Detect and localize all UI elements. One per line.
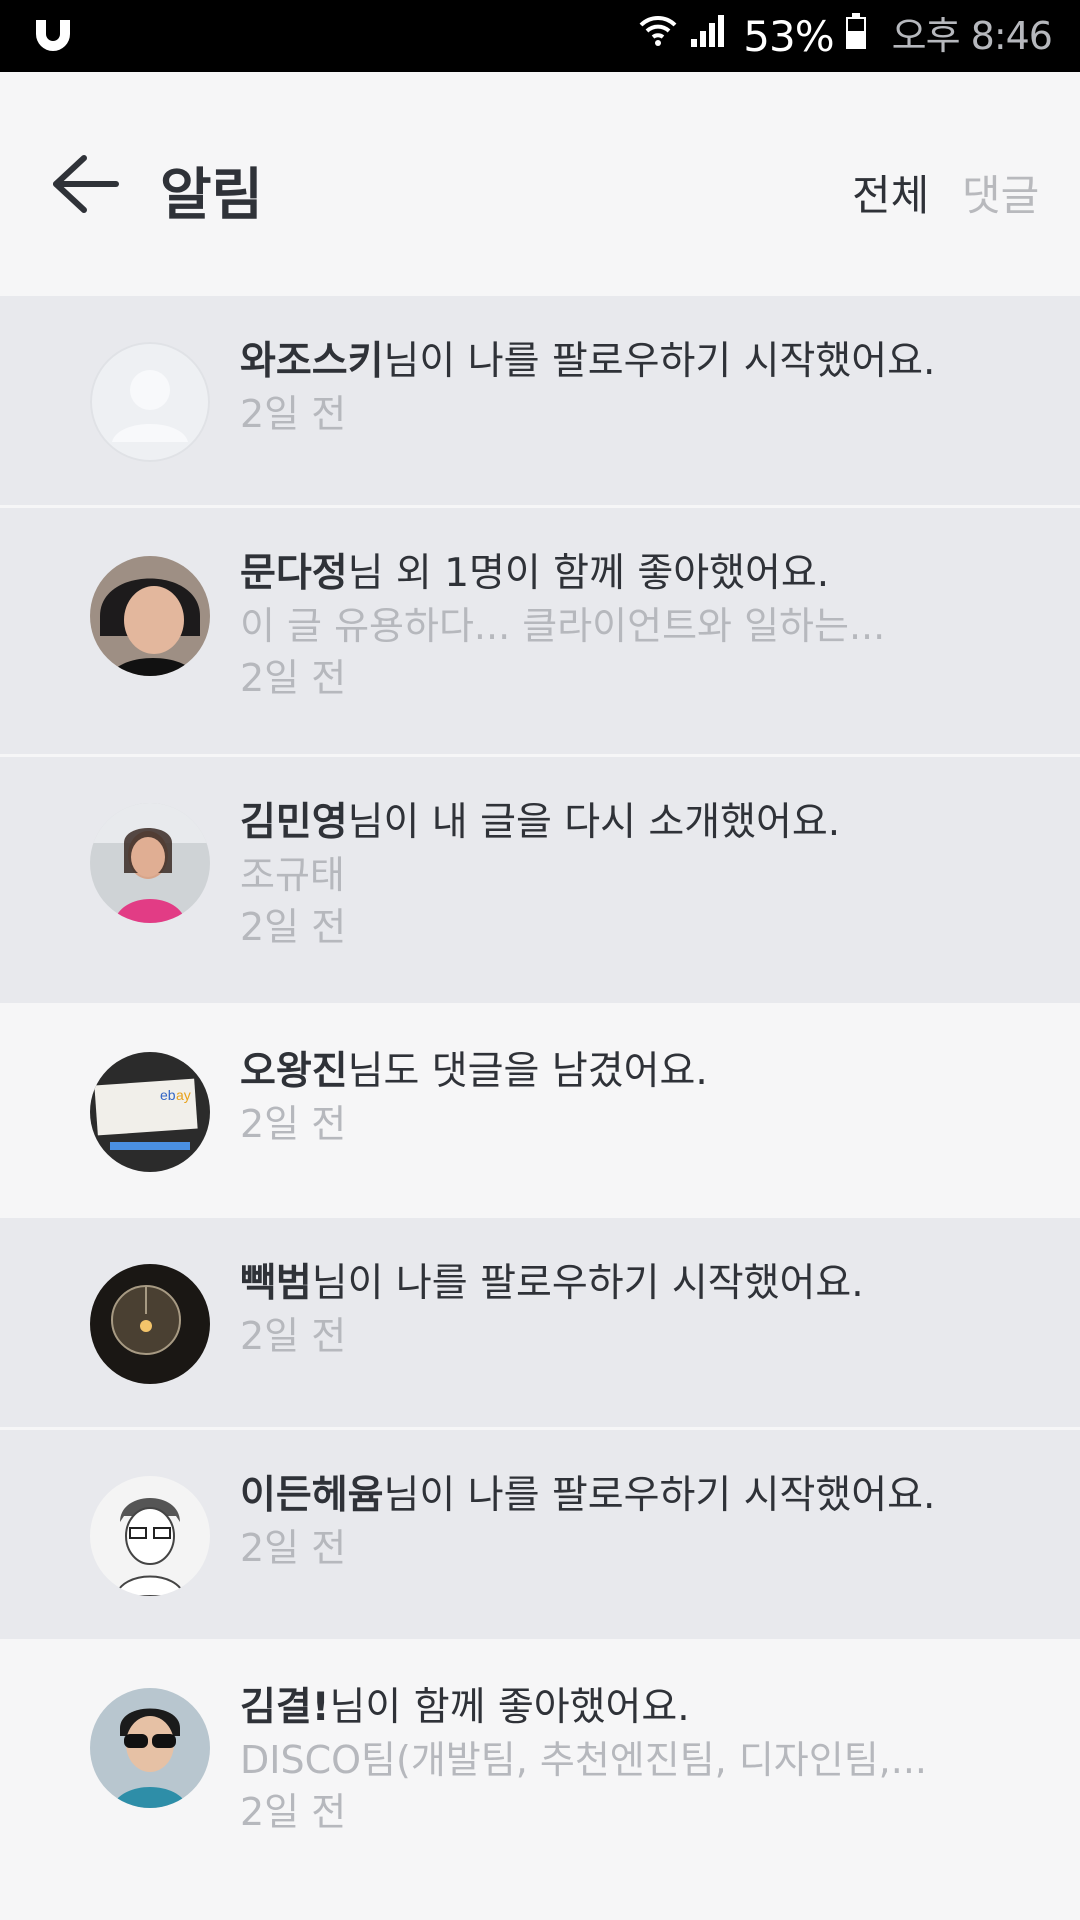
notification-time: 2일 전 bbox=[240, 1790, 347, 1834]
notification-text: 문다정님 외 1명이 함께 좋아했어요. bbox=[240, 548, 1040, 600]
notification-message: 님이 나를 팔로우하기 시작했어요. bbox=[311, 1261, 864, 1306]
notification-time: 2일 전 bbox=[240, 1314, 347, 1358]
wifi-icon bbox=[639, 11, 677, 61]
user-name: 김결! bbox=[240, 1685, 330, 1730]
notification-message: 님도 댓글을 남겼어요. bbox=[347, 1049, 708, 1094]
tab-all[interactable]: 전체 bbox=[852, 162, 929, 223]
back-arrow-icon bbox=[48, 152, 120, 220]
notification-time: 2일 전 bbox=[240, 656, 347, 700]
notification-time: 2일 전 bbox=[240, 1526, 347, 1570]
user-name: 문다정 bbox=[240, 551, 348, 596]
user-name: 빽범 bbox=[240, 1261, 312, 1306]
signal-icon bbox=[687, 11, 727, 61]
notification-item[interactable]: 이든헤윰님이 나를 팔로우하기 시작했어요. 2일 전 bbox=[0, 1430, 1080, 1642]
photo-avatar bbox=[90, 803, 210, 923]
svg-text:eb: eb bbox=[160, 1087, 176, 1103]
user-name: 김민영 bbox=[240, 800, 348, 845]
svg-text:ay: ay bbox=[176, 1087, 191, 1103]
notification-item[interactable]: 와조스키님이 나를 팔로우하기 시작했어요. 2일 전 bbox=[0, 296, 1080, 508]
status-bar: 53% 오후 8:46 bbox=[0, 0, 1080, 72]
notification-item[interactable]: 문다정님 외 1명이 함께 좋아했어요. 이 글 유용하다... 클라이언트와 … bbox=[0, 508, 1080, 757]
notification-text: 이든헤윰님이 나를 팔로우하기 시작했어요. bbox=[240, 1470, 1040, 1522]
notification-text: 김민영님이 내 글을 다시 소개했어요. bbox=[240, 797, 1040, 849]
back-button[interactable] bbox=[44, 146, 124, 226]
user-name: 이든헤윰 bbox=[240, 1473, 384, 1518]
sketch-avatar bbox=[90, 1476, 210, 1596]
photo-avatar bbox=[90, 1264, 210, 1384]
user-name: 와조스키 bbox=[240, 339, 384, 384]
notification-message: 님 외 1명이 함께 좋아했어요. bbox=[347, 551, 830, 596]
notification-message: 님이 내 글을 다시 소개했어요. bbox=[347, 800, 841, 845]
status-left bbox=[30, 14, 76, 58]
notification-list: 와조스키님이 나를 팔로우하기 시작했어요. 2일 전 문다정님 외 1명이 함… bbox=[0, 296, 1080, 1892]
notification-time: 2일 전 bbox=[240, 905, 347, 949]
battery-icon bbox=[844, 11, 868, 61]
app-logo-icon bbox=[30, 14, 76, 58]
notification-item[interactable]: 빽범님이 나를 팔로우하기 시작했어요. 2일 전 bbox=[0, 1218, 1080, 1430]
user-name: 오왕진 bbox=[240, 1049, 348, 1094]
notification-text: 와조스키님이 나를 팔로우하기 시작했어요. bbox=[240, 336, 1040, 388]
notification-text: 빽범님이 나를 팔로우하기 시작했어요. bbox=[240, 1258, 1040, 1310]
photo-avatar: eb ay bbox=[90, 1052, 210, 1172]
app-header: 알림 전체 댓글 bbox=[0, 72, 1080, 296]
notification-text: 오왕진님도 댓글을 남겼어요. bbox=[240, 1046, 1040, 1098]
battery-percent: 53% bbox=[743, 11, 834, 61]
page-title: 알림 bbox=[160, 163, 264, 228]
notification-message: 님이 함께 좋아했어요. bbox=[329, 1685, 690, 1730]
status-time: 오후 8:46 bbox=[891, 14, 1053, 58]
notification-text: 김결!님이 함께 좋아했어요. bbox=[240, 1682, 1040, 1734]
notification-preview: 조규태 bbox=[240, 853, 345, 897]
notification-message: 님이 나를 팔로우하기 시작했어요. bbox=[383, 339, 936, 384]
photo-avatar bbox=[90, 1688, 210, 1808]
notification-preview: DISCO팀(개발팀, 추천엔진팀, 디자인팀,... bbox=[240, 1738, 927, 1782]
notification-item[interactable]: 김결!님이 함께 좋아했어요. DISCO팀(개발팀, 추천엔진팀, 디자인팀,… bbox=[0, 1642, 1080, 1892]
status-right: 53% 오후 8:46 bbox=[639, 10, 1053, 62]
notification-time: 2일 전 bbox=[240, 1102, 347, 1146]
tab-comments[interactable]: 댓글 bbox=[962, 162, 1039, 223]
notification-item[interactable]: eb ay 오왕진님도 댓글을 남겼어요. 2일 전 bbox=[0, 1006, 1080, 1218]
notification-message: 님이 나를 팔로우하기 시작했어요. bbox=[383, 1473, 936, 1518]
notification-time: 2일 전 bbox=[240, 392, 347, 436]
photo-avatar bbox=[90, 556, 210, 676]
notification-preview: 이 글 유용하다... 클라이언트와 일하는... bbox=[240, 604, 886, 648]
notification-item[interactable]: 김민영님이 내 글을 다시 소개했어요. 조규태 2일 전 bbox=[0, 757, 1080, 1006]
default-avatar bbox=[90, 342, 210, 462]
